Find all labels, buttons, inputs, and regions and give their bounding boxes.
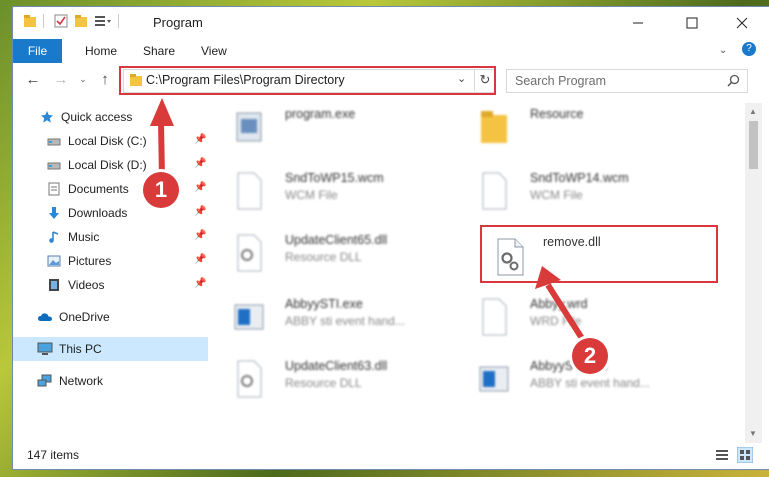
arrow-1-icon (150, 98, 174, 179)
step-badge-1: 1 (143, 172, 179, 208)
annotation-arrows (150, 98, 586, 342)
arrow-2-icon (535, 266, 586, 342)
step-badge-2: 2 (572, 338, 608, 374)
